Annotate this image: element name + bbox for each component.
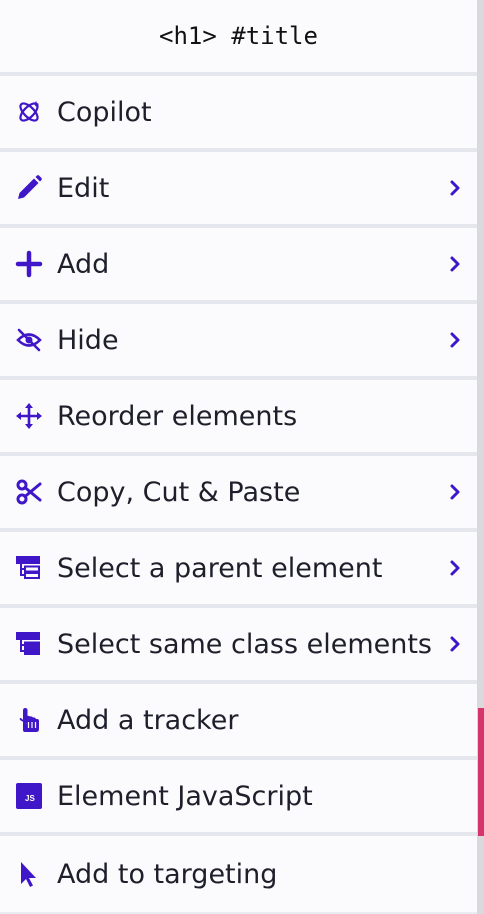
menu-item-add-to-targeting[interactable]: Add to targeting: [0, 836, 477, 912]
menu-item-copilot[interactable]: Copilot: [0, 76, 477, 152]
copilot-icon: [15, 98, 43, 126]
menu-item-label: Element JavaScript: [57, 780, 313, 812]
menu-item-select-same-class-elements[interactable]: Select same class elements: [0, 608, 477, 684]
menu-item-label: Select same class elements: [57, 628, 432, 660]
selected-element-title: <h1> #title: [159, 22, 318, 50]
cursor-arrow-icon: [15, 860, 43, 888]
svg-text:JS: JS: [25, 794, 35, 803]
move-arrows-icon: [15, 402, 43, 430]
menu-item-label: Add to targeting: [57, 858, 278, 890]
menu-item-hide[interactable]: Hide: [0, 304, 477, 380]
chevron-right-icon: [447, 179, 463, 197]
menu-item-label: Edit: [57, 172, 110, 204]
menu-item-label: Reorder elements: [57, 400, 298, 432]
chevron-right-icon: [447, 559, 463, 577]
chevron-right-icon: [447, 483, 463, 501]
menu-item-reorder-elements[interactable]: Reorder elements: [0, 380, 477, 456]
js-icon: JS: [15, 782, 43, 810]
parent-hierarchy-icon: [15, 554, 43, 582]
plus-icon: [15, 250, 43, 278]
class-hierarchy-icon: [15, 630, 43, 658]
menu-item-label: Select a parent element: [57, 552, 383, 584]
scissors-icon: [15, 478, 43, 506]
chevron-right-icon: [447, 635, 463, 653]
background-accent-strip: [478, 708, 484, 836]
menu-item-edit[interactable]: Edit: [0, 152, 477, 228]
chevron-right-icon: [447, 255, 463, 273]
menu-item-label: Hide: [57, 324, 119, 356]
menu-item-label: Add: [57, 248, 110, 280]
context-menu: <h1> #title Copilot Edit Add Hide Reorde…: [0, 0, 478, 914]
chevron-right-icon: [447, 331, 463, 349]
menu-item-label: Copy, Cut & Paste: [57, 476, 301, 508]
eye-slash-icon: [15, 326, 43, 354]
menu-item-label: Copilot: [57, 96, 152, 128]
menu-item-select-parent-element[interactable]: Select a parent element: [0, 532, 477, 608]
menu-item-copy-cut-paste[interactable]: Copy, Cut & Paste: [0, 456, 477, 532]
menu-item-add-tracker[interactable]: Add a tracker: [0, 684, 477, 760]
menu-item-element-javascript[interactable]: JS Element JavaScript: [0, 760, 477, 836]
pointer-hand-icon: [15, 706, 43, 734]
menu-item-add[interactable]: Add: [0, 228, 477, 304]
pencil-icon: [15, 174, 43, 202]
menu-header: <h1> #title: [0, 0, 477, 76]
menu-item-label: Add a tracker: [57, 704, 239, 736]
